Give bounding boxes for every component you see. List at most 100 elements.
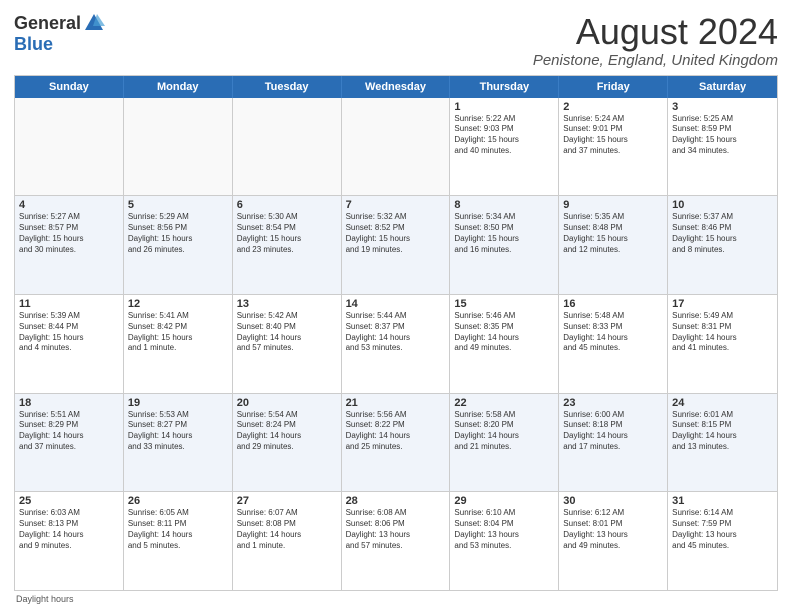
header-day-wednesday: Wednesday [342,76,451,98]
empty-cell-w0-d1 [124,98,233,196]
day-cell-22: 22Sunrise: 5:58 AM Sunset: 8:20 PM Dayli… [450,394,559,492]
day-cell-24: 24Sunrise: 6:01 AM Sunset: 8:15 PM Dayli… [668,394,777,492]
logo-icon [83,12,105,34]
header-day-friday: Friday [559,76,668,98]
day-cell-14: 14Sunrise: 5:44 AM Sunset: 8:37 PM Dayli… [342,295,451,393]
day-cell-17: 17Sunrise: 5:49 AM Sunset: 8:31 PM Dayli… [668,295,777,393]
header-day-sunday: Sunday [15,76,124,98]
day-info-31: Sunrise: 6:14 AM Sunset: 7:59 PM Dayligh… [672,508,773,551]
calendar-row-2: 11Sunrise: 5:39 AM Sunset: 8:44 PM Dayli… [15,295,777,394]
day-info-19: Sunrise: 5:53 AM Sunset: 8:27 PM Dayligh… [128,410,228,453]
day-cell-21: 21Sunrise: 5:56 AM Sunset: 8:22 PM Dayli… [342,394,451,492]
day-cell-11: 11Sunrise: 5:39 AM Sunset: 8:44 PM Dayli… [15,295,124,393]
day-info-5: Sunrise: 5:29 AM Sunset: 8:56 PM Dayligh… [128,212,228,255]
day-info-27: Sunrise: 6:07 AM Sunset: 8:08 PM Dayligh… [237,508,337,551]
page: General Blue August 2024 Penistone, Engl… [0,0,792,612]
calendar-body: 1Sunrise: 5:22 AM Sunset: 9:03 PM Daylig… [15,98,777,590]
day-number-8: 8 [454,199,554,211]
day-info-14: Sunrise: 5:44 AM Sunset: 8:37 PM Dayligh… [346,311,446,354]
day-number-17: 17 [672,298,773,310]
day-number-10: 10 [672,199,773,211]
day-info-17: Sunrise: 5:49 AM Sunset: 8:31 PM Dayligh… [672,311,773,354]
day-info-30: Sunrise: 6:12 AM Sunset: 8:01 PM Dayligh… [563,508,663,551]
day-cell-10: 10Sunrise: 5:37 AM Sunset: 8:46 PM Dayli… [668,196,777,294]
day-cell-15: 15Sunrise: 5:46 AM Sunset: 8:35 PM Dayli… [450,295,559,393]
day-info-23: Sunrise: 6:00 AM Sunset: 8:18 PM Dayligh… [563,410,663,453]
day-number-21: 21 [346,397,446,409]
day-info-4: Sunrise: 5:27 AM Sunset: 8:57 PM Dayligh… [19,212,119,255]
day-number-2: 2 [563,101,663,113]
header-day-saturday: Saturday [668,76,777,98]
day-number-27: 27 [237,495,337,507]
day-number-5: 5 [128,199,228,211]
day-cell-2: 2Sunrise: 5:24 AM Sunset: 9:01 PM Daylig… [559,98,668,196]
calendar-row-0: 1Sunrise: 5:22 AM Sunset: 9:03 PM Daylig… [15,98,777,197]
day-cell-28: 28Sunrise: 6:08 AM Sunset: 8:06 PM Dayli… [342,492,451,590]
day-info-15: Sunrise: 5:46 AM Sunset: 8:35 PM Dayligh… [454,311,554,354]
day-cell-19: 19Sunrise: 5:53 AM Sunset: 8:27 PM Dayli… [124,394,233,492]
header-day-tuesday: Tuesday [233,76,342,98]
day-number-15: 15 [454,298,554,310]
title-section: August 2024 Penistone, England, United K… [533,12,778,69]
day-number-6: 6 [237,199,337,211]
day-cell-13: 13Sunrise: 5:42 AM Sunset: 8:40 PM Dayli… [233,295,342,393]
day-info-25: Sunrise: 6:03 AM Sunset: 8:13 PM Dayligh… [19,508,119,551]
day-info-8: Sunrise: 5:34 AM Sunset: 8:50 PM Dayligh… [454,212,554,255]
day-cell-8: 8Sunrise: 5:34 AM Sunset: 8:50 PM Daylig… [450,196,559,294]
day-info-16: Sunrise: 5:48 AM Sunset: 8:33 PM Dayligh… [563,311,663,354]
day-number-29: 29 [454,495,554,507]
day-number-18: 18 [19,397,119,409]
day-info-21: Sunrise: 5:56 AM Sunset: 8:22 PM Dayligh… [346,410,446,453]
header: General Blue August 2024 Penistone, Engl… [14,12,778,69]
calendar-row-1: 4Sunrise: 5:27 AM Sunset: 8:57 PM Daylig… [15,196,777,295]
day-number-11: 11 [19,298,119,310]
day-number-22: 22 [454,397,554,409]
location: Penistone, England, United Kingdom [533,52,778,69]
day-number-4: 4 [19,199,119,211]
logo: General Blue [14,12,105,55]
month-title: August 2024 [533,12,778,52]
day-cell-4: 4Sunrise: 5:27 AM Sunset: 8:57 PM Daylig… [15,196,124,294]
day-info-12: Sunrise: 5:41 AM Sunset: 8:42 PM Dayligh… [128,311,228,354]
logo-general-text: General [14,13,81,34]
day-number-31: 31 [672,495,773,507]
day-info-22: Sunrise: 5:58 AM Sunset: 8:20 PM Dayligh… [454,410,554,453]
day-number-25: 25 [19,495,119,507]
calendar-header: SundayMondayTuesdayWednesdayThursdayFrid… [15,76,777,98]
calendar-row-3: 18Sunrise: 5:51 AM Sunset: 8:29 PM Dayli… [15,394,777,493]
day-cell-26: 26Sunrise: 6:05 AM Sunset: 8:11 PM Dayli… [124,492,233,590]
day-cell-12: 12Sunrise: 5:41 AM Sunset: 8:42 PM Dayli… [124,295,233,393]
day-number-9: 9 [563,199,663,211]
day-info-24: Sunrise: 6:01 AM Sunset: 8:15 PM Dayligh… [672,410,773,453]
day-cell-7: 7Sunrise: 5:32 AM Sunset: 8:52 PM Daylig… [342,196,451,294]
day-number-23: 23 [563,397,663,409]
day-cell-16: 16Sunrise: 5:48 AM Sunset: 8:33 PM Dayli… [559,295,668,393]
calendar-row-4: 25Sunrise: 6:03 AM Sunset: 8:13 PM Dayli… [15,492,777,590]
day-number-19: 19 [128,397,228,409]
header-day-monday: Monday [124,76,233,98]
calendar: SundayMondayTuesdayWednesdayThursdayFrid… [14,75,778,591]
day-info-29: Sunrise: 6:10 AM Sunset: 8:04 PM Dayligh… [454,508,554,551]
day-number-14: 14 [346,298,446,310]
day-number-30: 30 [563,495,663,507]
day-number-28: 28 [346,495,446,507]
logo-blue-text: Blue [14,34,53,55]
day-info-9: Sunrise: 5:35 AM Sunset: 8:48 PM Dayligh… [563,212,663,255]
day-number-13: 13 [237,298,337,310]
day-number-7: 7 [346,199,446,211]
empty-cell-w0-d3 [342,98,451,196]
day-cell-31: 31Sunrise: 6:14 AM Sunset: 7:59 PM Dayli… [668,492,777,590]
footer-note: Daylight hours [14,594,778,604]
day-cell-20: 20Sunrise: 5:54 AM Sunset: 8:24 PM Dayli… [233,394,342,492]
day-info-18: Sunrise: 5:51 AM Sunset: 8:29 PM Dayligh… [19,410,119,453]
day-info-28: Sunrise: 6:08 AM Sunset: 8:06 PM Dayligh… [346,508,446,551]
day-number-20: 20 [237,397,337,409]
day-cell-5: 5Sunrise: 5:29 AM Sunset: 8:56 PM Daylig… [124,196,233,294]
day-info-10: Sunrise: 5:37 AM Sunset: 8:46 PM Dayligh… [672,212,773,255]
day-cell-18: 18Sunrise: 5:51 AM Sunset: 8:29 PM Dayli… [15,394,124,492]
day-number-12: 12 [128,298,228,310]
day-number-16: 16 [563,298,663,310]
day-info-26: Sunrise: 6:05 AM Sunset: 8:11 PM Dayligh… [128,508,228,551]
day-number-24: 24 [672,397,773,409]
day-cell-3: 3Sunrise: 5:25 AM Sunset: 8:59 PM Daylig… [668,98,777,196]
